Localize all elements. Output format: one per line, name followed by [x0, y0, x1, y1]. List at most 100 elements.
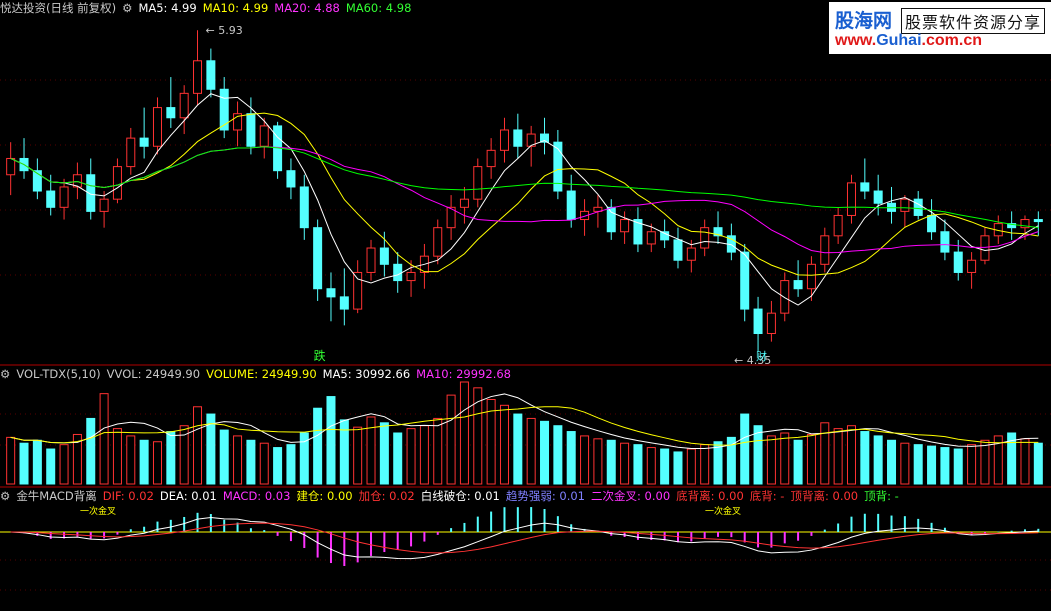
volume-bar [820, 422, 830, 485]
volume-bar [126, 435, 136, 485]
volume-bar [646, 447, 656, 485]
high-price-label: ← 5.93 [206, 24, 243, 37]
candle-body [473, 166, 483, 200]
volume-bar [1020, 438, 1030, 485]
guhai-logo: 股海网 股票软件资源分享 www.Guhai.com.cn [829, 2, 1051, 54]
candle-body [740, 251, 750, 310]
candle-body [913, 198, 923, 216]
volume-bar [980, 439, 990, 485]
candle-body [46, 190, 56, 208]
candle-body [313, 227, 323, 290]
volume-bar [166, 431, 176, 485]
candle-body [833, 214, 843, 237]
candle-body [99, 198, 109, 212]
volume-bar [700, 444, 710, 485]
volume-bar [219, 429, 229, 485]
volume-bar [99, 393, 109, 485]
volume-bar [780, 432, 790, 485]
candle-body [339, 296, 349, 310]
settings-icon[interactable]: ⚙ [122, 1, 132, 15]
volume-bar [86, 417, 96, 485]
candle-body [566, 190, 576, 221]
candle-body [59, 186, 69, 208]
macd-readout: MACD: 0.03 [222, 489, 291, 503]
volume-bar [953, 448, 963, 485]
volume-bar [433, 417, 443, 485]
golden-cross-label: 一次金叉 [705, 505, 741, 517]
volume-bar [553, 425, 563, 485]
volume-bar [913, 444, 923, 485]
volume-bar [887, 439, 897, 485]
volume-bar [513, 413, 523, 485]
jiacang-readout: 加仓: 0.02 [358, 489, 415, 503]
volume-bar [793, 439, 803, 485]
volume-bar [446, 394, 456, 485]
volume-bar [419, 425, 429, 485]
vvol-readout: VVOL: 24949.90 [106, 367, 201, 381]
candle-body [1033, 219, 1043, 223]
volume-bar [927, 445, 937, 485]
dea-readout: DEA: 0.01 [159, 489, 217, 503]
volume-bar [620, 442, 630, 485]
candle-body [286, 170, 296, 188]
volume-bar [152, 441, 162, 485]
candle-body [393, 263, 403, 282]
volume-bar [406, 428, 416, 485]
candle-body [860, 182, 870, 192]
candle-body [433, 227, 443, 257]
signal-cai-mark: 财 [756, 349, 767, 363]
volume-bar [6, 436, 16, 485]
volume-bar [900, 442, 910, 485]
settings-icon[interactable]: ⚙ [0, 489, 10, 503]
volume-bar [112, 428, 122, 485]
volume-bar [179, 425, 189, 485]
volume-ma5-line [10, 393, 1039, 449]
ma20-readout: MA20: 4.88 [274, 1, 340, 15]
volume-bar [19, 442, 29, 485]
stock-chart: ← 5.93← 4.35跌 财一次金叉 一次金叉 [0, 24, 1051, 591]
volume-bar [540, 420, 550, 485]
golden-cross-label: 一次金叉 [80, 505, 116, 517]
candle-body [379, 247, 389, 265]
volume-bar [139, 439, 149, 485]
candle-body [193, 60, 203, 94]
candle-body [126, 137, 136, 168]
candle-body [686, 247, 696, 261]
logo-name: 股海网 [835, 10, 893, 32]
candle-body [459, 198, 469, 208]
price-panel-title[interactable]: 悦达投资(日线 前复权) [0, 1, 116, 15]
baixian-readout: 白线破仓: 0.01 [420, 489, 500, 503]
erci-readout: 二次金叉: 0.00 [591, 489, 671, 503]
volume-bar [713, 441, 723, 485]
vol-ma5-readout: MA5: 30992.66 [322, 367, 411, 381]
candle-body [940, 231, 950, 253]
volume-bar [860, 431, 870, 485]
candle-body [967, 259, 977, 273]
volume-bar [313, 407, 323, 485]
candle-body [806, 263, 816, 290]
candle-body [673, 239, 683, 261]
candle-body [486, 149, 496, 168]
macd-panel-title[interactable]: 金牛MACD背离 [16, 489, 96, 503]
candle-body [6, 157, 16, 176]
signal-die-mark: 跌 [314, 348, 326, 363]
settings-icon[interactable]: ⚙ [0, 367, 10, 381]
volume-bar [686, 448, 696, 485]
candle-body [766, 312, 776, 335]
candle-body [112, 166, 122, 200]
candle-body [646, 231, 656, 245]
candle-body [927, 214, 937, 233]
volume-bar [459, 381, 469, 485]
candle-body [152, 107, 162, 147]
volume-bar [873, 435, 883, 485]
volume-bar [46, 448, 56, 485]
ma5-line [10, 93, 1039, 306]
qushi-readout: 趋势强弱: 0.01 [505, 489, 585, 503]
volume-bar [940, 447, 950, 485]
vol-panel-title[interactable]: VOL-TDX(5,10) [16, 367, 100, 381]
candle-body [753, 308, 763, 335]
volume-bar [246, 439, 256, 485]
ma60-readout: MA60: 4.98 [345, 1, 412, 15]
volume-bar [393, 432, 403, 485]
volume-bar [753, 425, 763, 485]
